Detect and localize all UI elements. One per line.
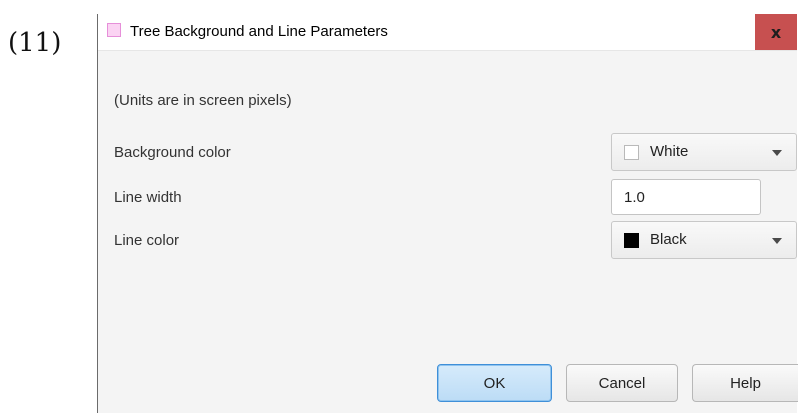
close-icon: x <box>770 22 782 42</box>
line-width-label: Line width <box>114 189 182 206</box>
line-color-select[interactable]: Black <box>611 221 797 259</box>
title-bar: Tree Background and Line Parameters x <box>98 14 797 51</box>
close-button[interactable]: x <box>755 14 797 50</box>
black-swatch-icon <box>624 233 639 248</box>
figure-label: (11) <box>8 28 62 58</box>
window-title: Tree Background and Line Parameters <box>130 23 388 40</box>
chevron-down-icon <box>772 150 782 156</box>
parameters-dialog: Tree Background and Line Parameters x (U… <box>97 14 798 413</box>
white-swatch-icon <box>624 145 639 160</box>
help-button[interactable]: Help <box>692 364 798 402</box>
units-note: (Units are in screen pixels) <box>114 92 292 109</box>
cancel-button[interactable]: Cancel <box>566 364 678 402</box>
ok-button[interactable]: OK <box>437 364 552 402</box>
line-width-field[interactable] <box>611 179 761 215</box>
background-color-select[interactable]: White <box>611 133 797 171</box>
background-color-value: White <box>650 143 689 160</box>
line-color-value: Black <box>650 231 687 248</box>
tree-app-icon <box>107 23 121 37</box>
chevron-down-icon <box>772 238 782 244</box>
line-color-label: Line color <box>114 232 180 249</box>
background-color-label: Background color <box>114 144 231 161</box>
